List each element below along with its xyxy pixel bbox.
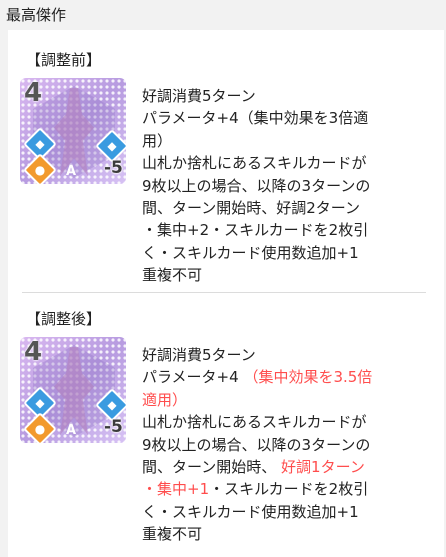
description-line: 9枚以上の場合、以降の3ターンの bbox=[142, 434, 432, 456]
changed-text: ・集中+1 bbox=[142, 480, 210, 499]
description-line: ・集中+1・スキルカードを2枚引 bbox=[142, 478, 432, 500]
effect-description-after: 好調消費5ターン パラメータ+4 （集中効果を3.5倍 適用） 山札か捨札にあるスキル… bbox=[142, 344, 432, 546]
description-line: く・スキルカード使用数追加+1 bbox=[142, 242, 432, 264]
description-text: パラメータ+4（集中効果を3倍適 bbox=[142, 109, 369, 128]
changed-text: （集中効果を3.5倍 bbox=[243, 368, 373, 387]
card-rarity: A bbox=[66, 423, 77, 438]
description-line: 用） bbox=[142, 130, 432, 152]
description-text: 9枚以上の場合、以降の3ターンの bbox=[142, 176, 371, 195]
description-line: 好調消費5ターン bbox=[142, 85, 432, 107]
description-text: 山札か捨札にあるスキルカードが bbox=[142, 154, 367, 173]
card-rarity: A bbox=[66, 164, 77, 179]
card-cost: 4 bbox=[24, 337, 43, 367]
skill-card-image-after: 4 ◆ ● ◆ A -5 bbox=[20, 337, 126, 443]
description-text: 重複不可 bbox=[142, 266, 203, 285]
description-text: パラメータ+4 bbox=[142, 368, 244, 387]
page-title: 最高傑作 bbox=[0, 0, 446, 30]
card-penalty: -5 bbox=[104, 158, 123, 178]
section-title-after: 【調整後】 bbox=[26, 310, 102, 328]
description-text: 重複不可 bbox=[142, 525, 203, 544]
description-text: 好調消費5ターン bbox=[142, 87, 256, 105]
description-text: ・スキルカードを2枚引 bbox=[209, 480, 369, 499]
changed-text: 適用） bbox=[142, 390, 188, 409]
description-line: 適用） bbox=[142, 389, 432, 411]
description-text: 間、ターン開始時、 bbox=[142, 458, 282, 477]
description-line: ・集中+2・スキルカードを2枚引 bbox=[142, 219, 432, 241]
description-text: 9枚以上の場合、以降の3ターンの bbox=[142, 435, 371, 454]
description-line: 間、ターン開始時、好調2ターン bbox=[142, 197, 432, 219]
section-before: 【調整前】 4 ◆ ● ◆ A -5 好調消費5ターンパラメータ+4（集中効果を… bbox=[8, 30, 444, 292]
description-text: 山札か捨札にあるスキルカードが bbox=[142, 413, 367, 432]
description-line: 重複不可 bbox=[142, 523, 432, 545]
description-line: 好調消費5ターン bbox=[142, 344, 432, 366]
description-text: く・スキルカード使用数追加+1 bbox=[142, 502, 359, 521]
description-line: く・スキルカード使用数追加+1 bbox=[142, 501, 432, 523]
section-title-before: 【調整前】 bbox=[26, 51, 102, 69]
skill-card-image-before: 4 ◆ ● ◆ A -5 bbox=[20, 78, 126, 184]
effect-description-before: 好調消費5ターンパラメータ+4（集中効果を3倍適 用） 山札か捨札にあるスキルカード… bbox=[142, 85, 432, 287]
description-line: 9枚以上の場合、以降の3ターンの bbox=[142, 175, 432, 197]
description-line: 重複不可 bbox=[142, 264, 432, 286]
description-line: 間、ターン開始時、 好調1ターン bbox=[142, 456, 432, 478]
description-line: 山札か捨札にあるスキルカードが bbox=[142, 152, 432, 174]
content-panel: 【調整前】 4 ◆ ● ◆ A -5 好調消費5ターン パラメータ+4（集中効果を… bbox=[8, 30, 444, 557]
section-after: 【調整後】 4 ◆ ● ◆ A -5 好調消費5ターン パラメータ+4 （集中効果… bbox=[8, 292, 444, 557]
description-line: パラメータ+4 （集中効果を3.5倍 bbox=[142, 366, 432, 388]
card-penalty: -5 bbox=[104, 417, 123, 437]
description-line: 山札か捨札にあるスキルカードが bbox=[142, 411, 432, 433]
description-text: 用） bbox=[142, 131, 173, 150]
card-cost: 4 bbox=[24, 78, 43, 108]
description-text: ・集中+2・スキルカードを2枚引 bbox=[142, 221, 369, 240]
description-text: 間、ターン開始時、好調2ターン bbox=[142, 199, 361, 218]
description-text: 好調消費5ターン bbox=[142, 346, 256, 364]
description-text: く・スキルカード使用数追加+1 bbox=[142, 243, 359, 262]
description-line: パラメータ+4（集中効果を3倍適 bbox=[142, 107, 432, 129]
changed-text: 好調1ターン bbox=[281, 458, 365, 477]
